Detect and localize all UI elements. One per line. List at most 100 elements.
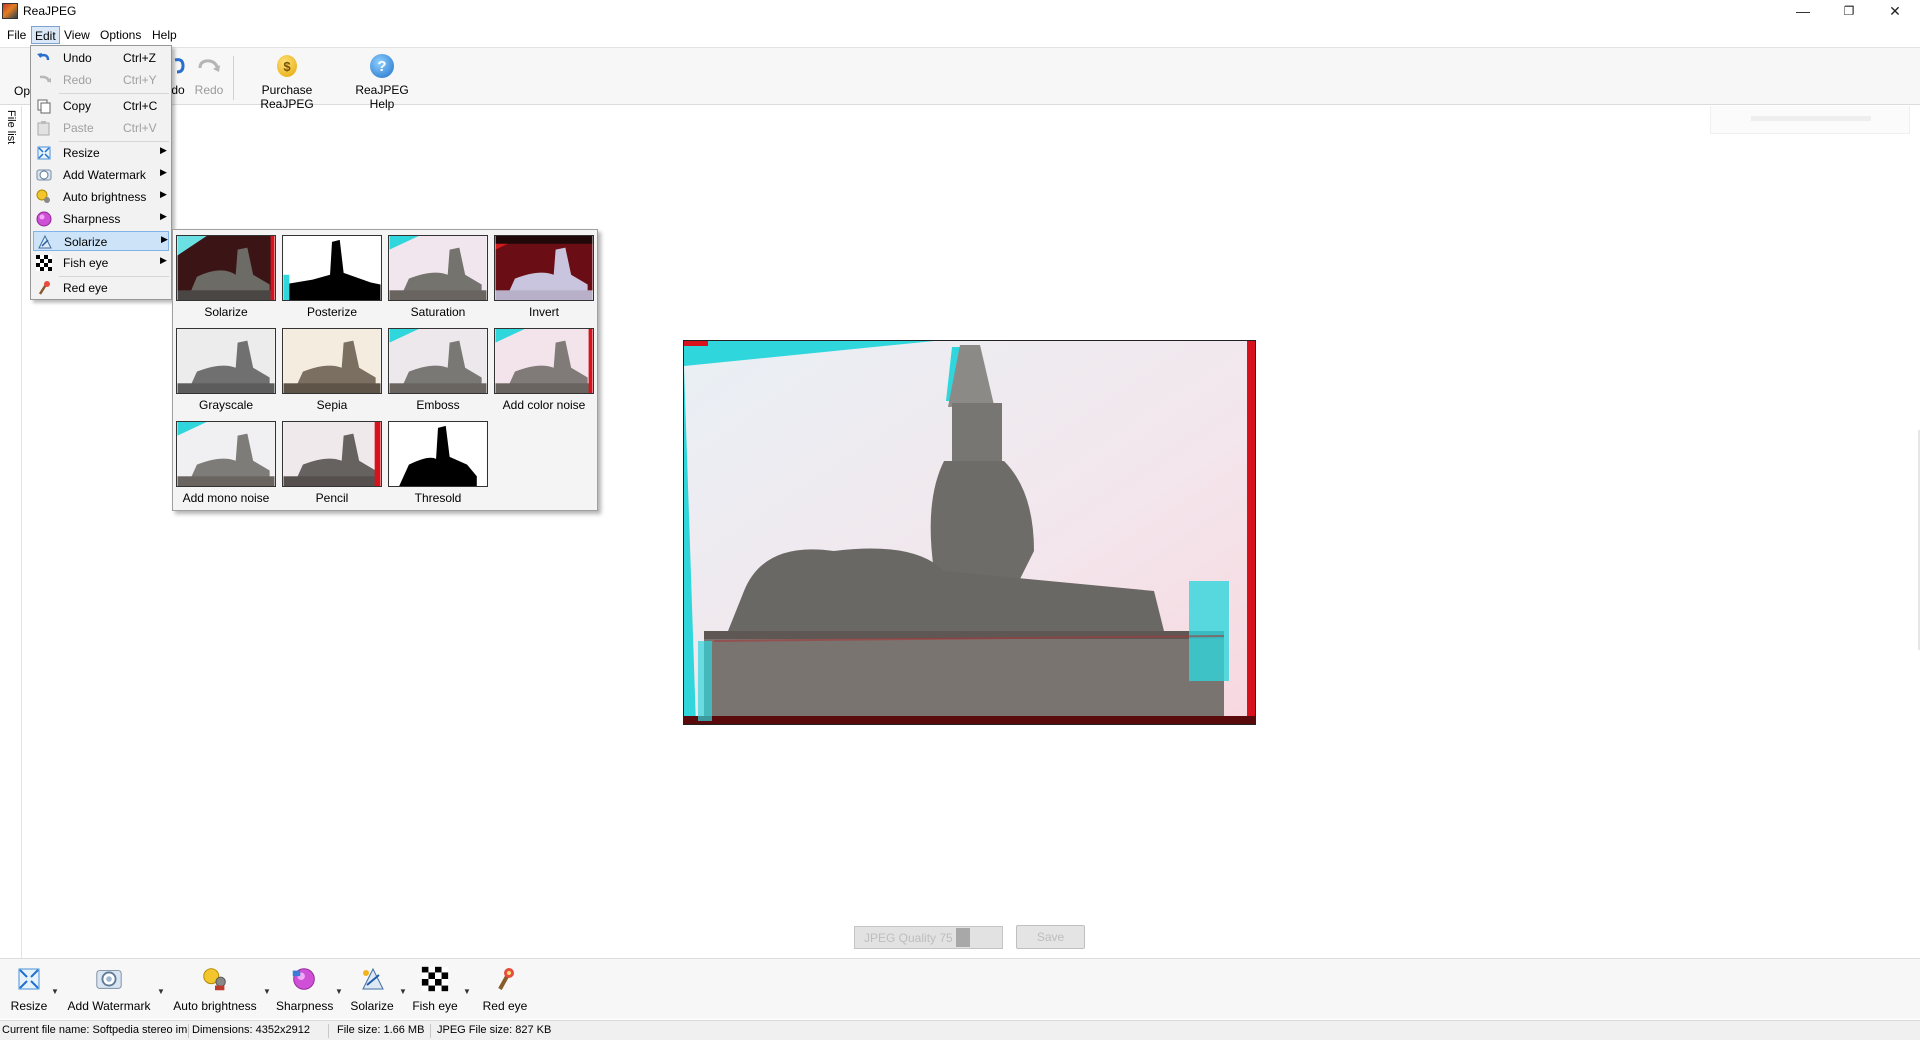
resize-icon: [36, 145, 52, 161]
app-logo-icon: [2, 3, 18, 19]
effect-label-grayscale: Grayscale: [198, 398, 254, 412]
effect-thumb-saturation[interactable]: Saturation: [387, 234, 489, 322]
fish-eye-icon: [36, 255, 52, 271]
red-eye-icon: [490, 965, 520, 993]
menu-view[interactable]: View: [61, 26, 93, 44]
saturation-thumbnail: [388, 235, 488, 301]
purchase-label: Purchase ReaJPEG: [260, 83, 314, 111]
menu-item-auto-brightness[interactable]: Auto brightness ▶: [33, 187, 169, 207]
effect-label-emboss: Emboss: [416, 398, 460, 412]
red-eye-button[interactable]: Red eye: [480, 965, 530, 1017]
menu-item-solarize[interactable]: Solarize ▶: [33, 231, 169, 251]
fish-eye-dropdown-arrow[interactable]: ▼: [463, 987, 471, 996]
solarize-button[interactable]: Solarize: [348, 965, 396, 1017]
jpeg-quality-slider[interactable]: JPEG Quality 75: [854, 926, 1003, 949]
menu-item-sharpness[interactable]: Sharpness ▶: [33, 209, 169, 229]
menu-item-fish-eye[interactable]: Fish eye ▶: [33, 253, 169, 273]
resize-effect-button[interactable]: Resize: [8, 965, 50, 1017]
purchase-button[interactable]: $ Purchase ReaJPEG: [238, 53, 336, 111]
menu-item-red-eye[interactable]: Red eye: [33, 278, 169, 298]
effect-thumb-thresold[interactable]: Thresold: [387, 420, 489, 508]
effects-toolbar: Resize ▼ Add Watermark ▼ Auto brightness…: [0, 958, 1920, 1019]
red-eye-label: Red eye: [482, 999, 528, 1013]
app-window: ReaJPEG — ❐ ✕ File Edit View Options Hel…: [0, 0, 1920, 1040]
effect-label-posterize: Posterize: [306, 305, 358, 319]
effect-thumb-posterize[interactable]: Posterize: [281, 234, 383, 322]
watermark-dropdown-arrow[interactable]: ▼: [157, 987, 165, 996]
resize-dropdown-arrow[interactable]: ▼: [51, 987, 59, 996]
menu-edit[interactable]: Edit: [31, 26, 60, 44]
effect-label-thresold: Thresold: [414, 491, 462, 505]
solarize-icon: [37, 234, 53, 250]
add-watermark-button[interactable]: Add Watermark: [64, 965, 154, 1017]
auto-brightness-button[interactable]: Auto brightness: [170, 965, 260, 1017]
sharpness-dropdown-arrow[interactable]: ▼: [335, 987, 343, 996]
menu-help[interactable]: Help: [149, 26, 180, 44]
brightness-icon: [200, 965, 230, 993]
menu-item-paste[interactable]: Paste Ctrl+V: [33, 118, 169, 138]
main-image-preview[interactable]: [683, 340, 1256, 725]
solarize-thumbnail: [176, 235, 276, 301]
window-title: ReaJPEG: [23, 4, 77, 18]
menu-item-undo[interactable]: Undo Ctrl+Z: [33, 48, 169, 68]
resize-label: Resize: [10, 999, 48, 1013]
status-file-size: File size: 1.66 MB: [337, 1024, 425, 1036]
grayscale-thumbnail: [176, 328, 276, 394]
toolbar-separator: [233, 56, 234, 100]
menu-options[interactable]: Options: [97, 26, 144, 44]
status-file-name: Current file name: Softpedia stereo im: [2, 1024, 188, 1036]
effect-thumb-sepia[interactable]: Sepia: [281, 327, 383, 415]
effect-label-saturation: Saturation: [410, 305, 466, 319]
effect-thumb-grayscale[interactable]: Grayscale: [175, 327, 277, 415]
menu-file[interactable]: File: [4, 26, 29, 44]
effect-thumb-pencil[interactable]: Pencil: [281, 420, 383, 508]
effect-label-add-color-noise: Add color noise: [502, 398, 586, 412]
save-button[interactable]: Save: [1016, 925, 1085, 949]
right-panel-header: [1710, 106, 1910, 134]
sharpness-icon: [289, 965, 319, 993]
effect-thumb-emboss[interactable]: Emboss: [387, 327, 489, 415]
menu-item-copy[interactable]: Copy Ctrl+C: [33, 96, 169, 116]
redo-icon: [36, 72, 52, 88]
close-button[interactable]: ✕: [1872, 0, 1918, 22]
sharpness-button[interactable]: Sharpness: [276, 965, 334, 1017]
status-dimensions: Dimensions: 4352x2912: [192, 1024, 311, 1036]
add-watermark-label: Add Watermark: [67, 999, 151, 1013]
edit-menu-dropdown: Undo Ctrl+Z Redo Ctrl+Y Copy Ctrl+C Past…: [30, 45, 172, 300]
solarize-icon: [357, 965, 387, 993]
menu-item-resize[interactable]: Resize ▶: [33, 143, 169, 163]
red-eye-icon: [36, 280, 52, 296]
menu-item-redo[interactable]: Redo Ctrl+Y: [33, 70, 169, 90]
resize-icon: [14, 965, 44, 993]
menu-item-add-watermark[interactable]: Add Watermark ▶: [33, 165, 169, 185]
copy-icon: [36, 98, 52, 114]
file-list-tab[interactable]: File list: [4, 108, 18, 152]
help-button[interactable]: ? ReaJPEG Help: [343, 53, 421, 111]
add-color-noise-thumbnail: [494, 328, 594, 394]
restore-button[interactable]: ❐: [1826, 0, 1872, 22]
effect-thumb-solarize[interactable]: Solarize: [175, 234, 277, 322]
effect-thumb-add-color-noise[interactable]: Add color noise: [493, 327, 595, 415]
redo-label: Redo: [194, 83, 224, 97]
posterize-thumbnail: [282, 235, 382, 301]
status-bar: Current file name: Softpedia stereo im D…: [0, 1020, 1920, 1040]
help-icon: ?: [369, 53, 395, 79]
slider-thumb[interactable]: [956, 928, 970, 947]
minimize-button[interactable]: —: [1780, 0, 1826, 22]
brightness-dropdown-arrow[interactable]: ▼: [263, 987, 271, 996]
main-toolbar: Op do Redo $ Purchase ReaJPEG ? ReaJPEG …: [0, 47, 1920, 111]
effect-thumb-invert[interactable]: Invert: [493, 234, 595, 322]
effect-thumb-add-mono-noise[interactable]: Add mono noise: [175, 420, 277, 508]
emboss-thumbnail: [388, 328, 488, 394]
redo-icon: [196, 53, 222, 79]
fish-eye-label: Fish eye: [412, 999, 458, 1013]
redo-button[interactable]: Redo: [192, 53, 226, 103]
fish-eye-button[interactable]: Fish eye: [410, 965, 460, 1017]
status-jpeg-file-size: JPEG File size: 827 KB: [437, 1024, 552, 1036]
coin-icon: $: [274, 53, 300, 79]
sharpness-label: Sharpness: [276, 999, 334, 1013]
pencil-thumbnail: [282, 421, 382, 487]
left-sidebar: File list: [0, 106, 22, 958]
undo-icon: [36, 50, 52, 66]
solarize-dropdown-arrow[interactable]: ▼: [399, 987, 407, 996]
